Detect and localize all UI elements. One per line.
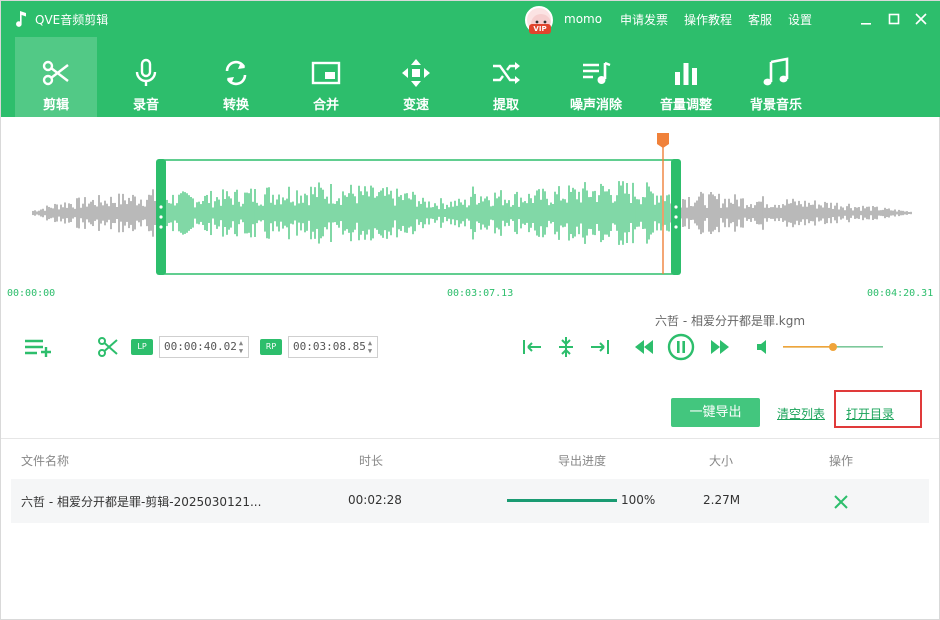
invoice-link[interactable]: 申请发票 bbox=[620, 11, 668, 28]
tool-cut[interactable]: 剪辑 bbox=[15, 37, 97, 117]
clip-start-input[interactable]: 00:00:40.02 ▲ ▼ bbox=[159, 336, 249, 358]
speaker-icon[interactable] bbox=[755, 338, 773, 356]
tool-bgm[interactable]: 背景音乐 bbox=[735, 37, 817, 117]
waveform-area[interactable] bbox=[1, 117, 940, 307]
tool-merge[interactable]: 合并 bbox=[285, 37, 367, 117]
tool-speed[interactable]: 变速 bbox=[375, 37, 457, 117]
main-toolbar: 剪辑 录音 转换 合并 变速 提取 噪声消除 音量调整 背景音乐 bbox=[1, 37, 940, 117]
tool-extract[interactable]: 提取 bbox=[465, 37, 547, 117]
table-row[interactable]: 六哲 - 相爱分开都是罪-剪辑-2025030121... 00:02:28 1… bbox=[11, 479, 929, 523]
tool-label: 剪辑 bbox=[42, 98, 69, 113]
header-actions: 操作 bbox=[829, 454, 854, 468]
export-button[interactable]: 一键导出 bbox=[671, 398, 760, 427]
volume-knob[interactable] bbox=[829, 343, 837, 351]
tool-denoise[interactable]: 噪声消除 bbox=[555, 37, 637, 117]
end-time: 00:04:20.31 bbox=[867, 288, 934, 299]
maximize-icon[interactable] bbox=[886, 11, 902, 27]
row-progress-fill bbox=[507, 499, 617, 502]
app-title: QVE音频剪辑 bbox=[35, 13, 109, 27]
tool-label: 噪声消除 bbox=[569, 98, 622, 113]
header-progress: 导出进度 bbox=[558, 454, 607, 468]
tutorial-link[interactable]: 操作教程 bbox=[684, 11, 732, 28]
username[interactable]: momo bbox=[564, 12, 602, 26]
tool-label: 音量调整 bbox=[659, 98, 712, 113]
settings-link[interactable]: 设置 bbox=[788, 11, 812, 28]
row-duration: 00:02:28 bbox=[348, 493, 402, 507]
header-duration: 时长 bbox=[359, 454, 384, 468]
center-split-icon[interactable] bbox=[556, 335, 576, 359]
music-note-logo-icon bbox=[16, 11, 26, 27]
row-size: 2.27M bbox=[703, 493, 741, 507]
header-size: 大小 bbox=[709, 454, 734, 468]
jump-to-start-icon[interactable] bbox=[521, 337, 543, 357]
clip-end-spinner[interactable]: ▲ ▼ bbox=[366, 339, 374, 355]
microphone-icon bbox=[135, 58, 157, 86]
header-filename: 文件名称 bbox=[21, 454, 70, 468]
jump-to-end-icon[interactable] bbox=[589, 337, 611, 357]
highlight-box bbox=[834, 390, 922, 428]
tool-label: 合并 bbox=[312, 98, 339, 113]
vip-badge: VIP bbox=[529, 24, 551, 34]
close-icon[interactable] bbox=[913, 11, 929, 27]
pause-icon[interactable] bbox=[667, 333, 695, 361]
tool-label: 提取 bbox=[492, 98, 519, 113]
tool-record[interactable]: 录音 bbox=[105, 37, 187, 117]
tool-convert[interactable]: 转换 bbox=[195, 37, 277, 117]
extract-icon bbox=[493, 62, 520, 84]
music-note-icon bbox=[763, 57, 789, 86]
minimize-icon[interactable] bbox=[858, 11, 874, 27]
table-header: 文件名称 时长 导出进度 大小 操作 bbox=[1, 438, 939, 478]
support-link[interactable]: 客服 bbox=[748, 11, 772, 28]
clear-list-link[interactable]: 清空列表 bbox=[777, 405, 825, 422]
current-file-name: 六哲 - 相爱分开都是罪.kgm bbox=[655, 314, 806, 328]
top-links: 申请发票 操作教程 客服 设置 bbox=[620, 11, 812, 28]
volume-slider[interactable] bbox=[783, 339, 885, 355]
convert-icon bbox=[225, 60, 247, 86]
clip-end-input[interactable]: 00:03:08.85 ▲ ▼ bbox=[288, 336, 378, 358]
tool-label: 录音 bbox=[132, 98, 159, 113]
playhead-marker[interactable] bbox=[657, 133, 669, 148]
volume-bars-icon bbox=[675, 63, 697, 85]
merge-icon bbox=[311, 61, 341, 85]
speed-icon bbox=[402, 59, 430, 87]
tool-label: 背景音乐 bbox=[749, 98, 802, 113]
start-time: 00:00:00 bbox=[7, 288, 56, 299]
fast-forward-icon[interactable] bbox=[709, 338, 731, 356]
add-list-icon[interactable] bbox=[23, 337, 53, 359]
scissors-icon bbox=[42, 60, 69, 86]
tool-label: 变速 bbox=[402, 98, 429, 113]
lp-tag: LP bbox=[131, 339, 153, 355]
cut-scissors-icon[interactable] bbox=[97, 336, 119, 358]
row-progress-text: 100% bbox=[621, 493, 656, 507]
waveform-selected bbox=[166, 181, 670, 245]
clip-start-spinner[interactable]: ▲ ▼ bbox=[237, 339, 245, 355]
row-progress-bar bbox=[507, 499, 617, 502]
clip-start-value: 00:00:40.02 bbox=[164, 340, 237, 353]
current-time: 00:03:07.13 bbox=[447, 288, 514, 299]
app-window: QVE音频剪辑 VIP momo 申请发票 操作教程 客服 设置 剪辑 录音 转… bbox=[0, 0, 940, 620]
tool-label: 转换 bbox=[222, 98, 249, 113]
row-filename: 六哲 - 相爱分开都是罪-剪辑-2025030121... bbox=[21, 495, 262, 509]
title-bar: QVE音频剪辑 VIP momo 申请发票 操作教程 客服 设置 bbox=[1, 1, 940, 37]
waveform-canvas[interactable] bbox=[1, 117, 940, 307]
delete-row-icon[interactable] bbox=[833, 494, 849, 510]
rewind-icon[interactable] bbox=[633, 338, 655, 356]
clip-end-value: 00:03:08.85 bbox=[293, 340, 366, 353]
noise-icon bbox=[583, 61, 611, 84]
rp-tag: RP bbox=[260, 339, 282, 355]
tool-volume[interactable]: 音量调整 bbox=[645, 37, 727, 117]
